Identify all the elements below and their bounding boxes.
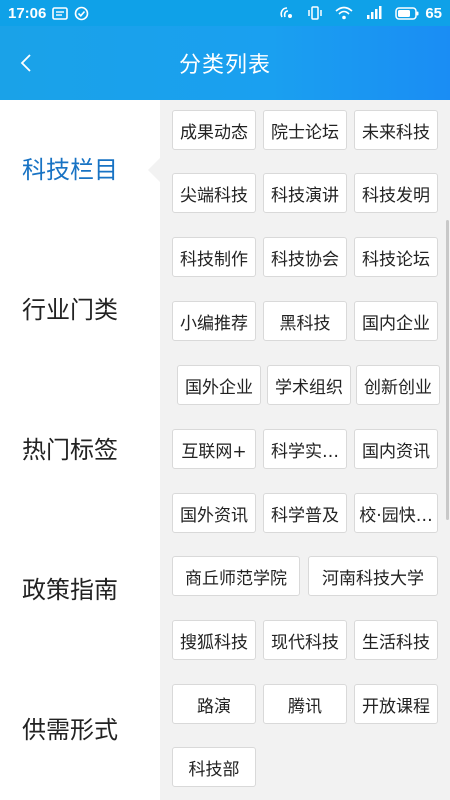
back-button[interactable]	[14, 48, 38, 78]
vibrate-icon	[307, 5, 323, 21]
tag-item[interactable]: 腾讯	[263, 684, 347, 724]
signal-icon	[365, 6, 383, 20]
tag-item[interactable]: 科技发明	[354, 173, 438, 213]
nfc-icon	[279, 5, 295, 21]
tag-item[interactable]: 校·园快…	[354, 493, 438, 533]
check-circle-icon	[74, 6, 89, 21]
app-header: 分类列表	[0, 26, 450, 100]
tag-item[interactable]: 科技演讲	[263, 173, 347, 213]
tag-item[interactable]: 开放课程	[354, 684, 438, 724]
tag-item[interactable]: 尖端科技	[172, 173, 256, 213]
active-indicator	[148, 158, 160, 182]
tag-item[interactable]: 搜狐科技	[172, 620, 256, 660]
sidebar-item-tech-column[interactable]: 科技栏目	[22, 154, 118, 186]
tag-item[interactable]: 科技制作	[172, 237, 256, 277]
status-bar: 17:06 65	[0, 0, 450, 26]
tag-item[interactable]: 国内资讯	[354, 429, 438, 469]
tag-item[interactable]: 互联网+	[172, 429, 256, 469]
tag-item[interactable]: 科技论坛	[354, 237, 438, 277]
wifi-icon	[335, 6, 353, 20]
category-sidebar: 科技栏目 行业门类 热门标签 政策指南 供需形式	[0, 100, 160, 800]
message-icon	[52, 6, 69, 20]
page-title: 分类列表	[178, 53, 271, 78]
tag-item[interactable]: 国内企业	[354, 301, 438, 341]
tag-item[interactable]: 科学普及	[263, 493, 347, 533]
sidebar-item-supply-demand[interactable]: 供需形式	[22, 714, 118, 746]
chevron-left-icon	[20, 54, 31, 72]
status-time: 17:06	[8, 4, 47, 22]
tag-item[interactable]: 商丘师范学院	[172, 556, 300, 596]
tag-item[interactable]: 科技部	[172, 747, 256, 787]
tag-panel: 成果动态 院士论坛 未来科技 尖端科技 科技演讲 科技发明 科技制作 科技协会 …	[160, 100, 450, 800]
tag-item[interactable]: 河南科技大学	[308, 556, 438, 596]
tag-item[interactable]: 路演	[172, 684, 256, 724]
tag-item[interactable]: 现代科技	[263, 620, 347, 660]
tag-item[interactable]: 学术组织	[267, 365, 351, 405]
tag-item[interactable]: 科学实…	[263, 429, 347, 469]
tag-item[interactable]: 生活科技	[354, 620, 438, 660]
tag-item[interactable]: 院士论坛	[263, 110, 347, 150]
battery-level: 65	[425, 4, 442, 22]
tag-item[interactable]: 黑科技	[263, 301, 347, 341]
tag-item[interactable]: 创新创业	[356, 365, 440, 405]
status-right-group: 65	[273, 5, 442, 22]
tag-item[interactable]: 科技协会	[263, 237, 347, 277]
battery-icon	[395, 6, 419, 20]
tag-item[interactable]: 未来科技	[354, 110, 438, 150]
sidebar-item-industry[interactable]: 行业门类	[22, 294, 118, 326]
scrollbar[interactable]	[446, 220, 449, 520]
sidebar-item-hot-tags[interactable]: 热门标签	[22, 434, 118, 466]
tag-item[interactable]: 成果动态	[172, 110, 256, 150]
tag-item[interactable]: 国外企业	[177, 365, 261, 405]
sidebar-item-policy-guide[interactable]: 政策指南	[22, 574, 118, 606]
tag-item[interactable]: 小编推荐	[172, 301, 256, 341]
tag-item[interactable]: 国外资讯	[172, 493, 256, 533]
